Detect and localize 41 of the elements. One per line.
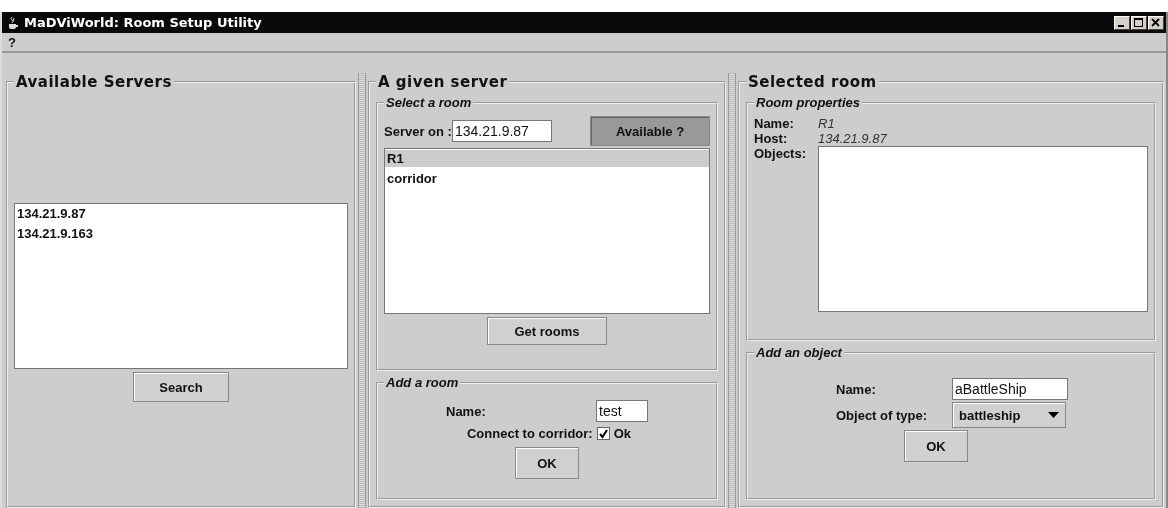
group-title: Selected room — [747, 73, 878, 91]
minimize-icon[interactable] — [1114, 15, 1130, 30]
field-label: Objects: — [754, 146, 807, 163]
ok-button[interactable]: OK — [904, 430, 968, 462]
field-value: 134.21.9.87 — [818, 131, 888, 146]
coffee-cup-icon[interactable] — [6, 15, 20, 30]
group-title: Available Servers — [15, 73, 173, 91]
room-item[interactable]: R1 — [385, 150, 709, 167]
server-item[interactable]: 134.21.9.87 — [15, 205, 347, 222]
server-field[interactable]: 134.21.9.87 — [451, 120, 552, 142]
server-item[interactable]: 134.21.9.163 — [15, 225, 347, 242]
window-title: MaDViWorld: Room Setup Utility — [24, 15, 263, 30]
group-title: A given server — [377, 73, 509, 91]
group-title: Room properties — [755, 95, 861, 110]
room-item[interactable]: corridor — [385, 170, 709, 187]
checkbox[interactable] — [596, 427, 610, 440]
checkbox-label: Ok — [613, 426, 631, 441]
close-icon[interactable] — [1148, 15, 1164, 30]
name-field[interactable]: test — [596, 400, 648, 422]
search-button[interactable]: Search — [133, 372, 229, 402]
type-dropdown[interactable]: battleship — [952, 402, 1066, 428]
field-label: Server on : — [384, 123, 452, 139]
field-label: Host: — [754, 131, 789, 146]
available-button[interactable]: Available ? — [590, 116, 710, 146]
field-label: Name: — [446, 403, 487, 419]
group-title: Select a room — [385, 95, 473, 110]
field-label: Name: — [836, 381, 877, 397]
maximize-icon[interactable] — [1131, 15, 1147, 30]
ok-button[interactable]: OK — [515, 447, 579, 479]
splitter-handle[interactable] — [358, 73, 366, 508]
field-label: Object of type: — [836, 407, 928, 423]
name-field[interactable]: aBattleShip — [952, 378, 1068, 400]
field-label: Name: — [754, 116, 795, 131]
menu-item[interactable]: ? — [6, 34, 18, 50]
caret-icon — [1048, 412, 1059, 418]
splitter-handle[interactable] — [728, 73, 736, 508]
group-title: Add an object — [755, 345, 844, 360]
field-value: R1 — [818, 116, 836, 131]
field-label: Connect to corridor: — [467, 426, 593, 441]
get-rooms-button[interactable]: Get rooms — [487, 317, 607, 345]
group-title: Add a room — [385, 375, 460, 390]
